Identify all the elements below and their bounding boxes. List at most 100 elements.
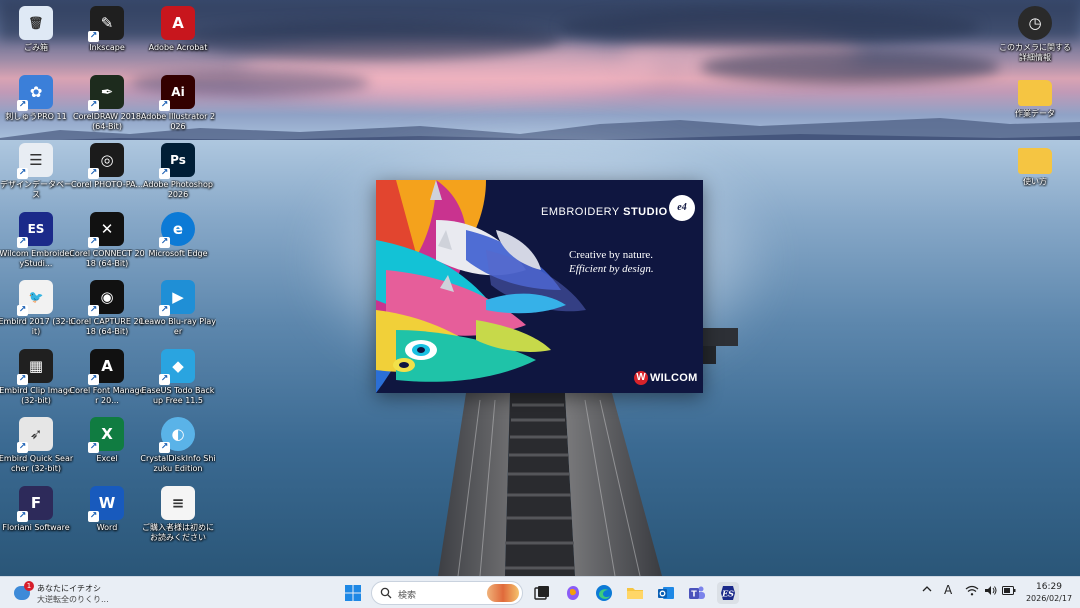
start-button[interactable] (342, 582, 364, 604)
svg-text:T: T (691, 590, 697, 599)
shortcut-arrow-icon: ↗ (88, 236, 99, 248)
desktop-icon-label: Word (96, 522, 118, 532)
desktop-icon[interactable]: X ↗ Excel (71, 415, 143, 481)
shortcut-arrow-icon: ↗ (159, 99, 170, 111)
desktop-icon-label: 刺しゅうPRO 11 (5, 111, 67, 121)
news-widget[interactable]: 1 あなたにイチオシ 大逆転全のりくり... (10, 580, 160, 606)
search-placeholder: 検索 (398, 591, 417, 601)
illustrator-icon: Ai ↗ (159, 74, 195, 111)
teams-button[interactable]: T (686, 582, 708, 604)
desktop-icon[interactable]: ◉ ↗ Corel CAPTURE 2018 (64-Bit) (70, 278, 144, 344)
shortcut-arrow-icon: ↗ (17, 442, 28, 453)
coreldraw-icon: ✒ ↗ (88, 74, 124, 111)
design-database-icon: ☰ ↗ (17, 143, 53, 179)
volume-status[interactable] (984, 585, 998, 599)
wifi-status[interactable] (965, 585, 979, 599)
task-view-button[interactable] (531, 582, 553, 604)
widget-title: あなたにイチオシ (37, 584, 101, 593)
desktop-icon[interactable]: ▶ ↗ Leawo Blu-ray Player (140, 278, 216, 344)
battery-icon (1002, 586, 1016, 595)
easeus-icon: ◆ ↗ (159, 348, 195, 385)
desktop-icon[interactable]: ✎ ↗ Inkscape (71, 4, 143, 70)
desktop-icon[interactable]: ◐ ↗ CrystalDiskInfo Shizuku Edition (140, 415, 216, 481)
desktop-icon-label: 作業データ (1015, 109, 1055, 118)
desktop-icon-label: Corel CONNECT 2018 (64-Bit) (69, 248, 145, 268)
edge-icon: e ↗ (159, 211, 195, 248)
desktop-icon[interactable]: ✒ ↗ CorelDRAW 2018 (64-Bit) (71, 73, 143, 139)
desktop-icon[interactable]: ☰ ↗ デザインデータベース (0, 141, 72, 207)
show-hidden-icons-button[interactable] (922, 584, 932, 597)
desktop-icon-label: EaseUS Todo Backup Free 11.5 (141, 385, 215, 405)
desktop-icon[interactable]: ✕ ↗ Corel CONNECT 2018 (64-Bit) (69, 210, 145, 276)
outlook-button[interactable] (655, 582, 677, 604)
crystaldiskinfo-icon: ◐ ↗ (159, 417, 195, 453)
word-icon: W ↗ (88, 485, 124, 522)
shortcut-arrow-icon: ↗ (159, 168, 170, 179)
desktop-icon[interactable]: A ↗ Corel Font Manager 20... (69, 347, 145, 413)
speaker-icon (985, 586, 997, 595)
desktop-icon[interactable]: ◎ ↗ Corel PHOTO-PA... (71, 141, 143, 207)
desktop-icon[interactable]: F ↗ Floriani Software (0, 484, 72, 550)
desktop-icon[interactable]: ◷ このカメラに関する詳細情報 (999, 4, 1071, 70)
system-clock[interactable]: 16:29 2026/02/17 (1021, 581, 1077, 604)
desktop-icon[interactable]: W ↗ Word (71, 484, 143, 550)
desktop-icon-label: Embird Quick Searcher (32-bit) (0, 454, 74, 473)
desktop-icon[interactable]: ES ↗ Wilcom EmbroideryStudi... (0, 210, 73, 276)
battery-status[interactable] (1002, 586, 1016, 598)
embroidery-pro-icon: ✿ ↗ (17, 74, 53, 111)
ime-indicator[interactable]: A (944, 583, 952, 597)
desktop-icon[interactable]: ✿ ↗ 刺しゅうPRO 11 (0, 73, 72, 139)
embird-quick-icon: ➶ ↗ (17, 417, 53, 453)
desktop-icon[interactable]: ▦ ↗ Embird Clip Image (32-bit) (0, 347, 73, 413)
copilot-button[interactable] (562, 582, 584, 604)
embroidery-studio-splash: EMBROIDERY STUDIO e4 Creative by nature.… (376, 180, 703, 393)
desktop-icon-label: Adobe Illustrator 2026 (140, 111, 216, 131)
desktop-icon-label: Adobe Acrobat (148, 43, 208, 52)
desktop-icon-label: CrystalDiskInfo Shizuku Edition (140, 454, 216, 473)
shortcut-arrow-icon: ↗ (88, 31, 99, 42)
shortcut-arrow-icon: ↗ (159, 305, 170, 316)
wifi-icon (965, 585, 979, 596)
desktop-icon-label: Wilcom EmbroideryStudi... (0, 248, 73, 268)
desktop-icon-label: CorelDRAW 2018 (64-Bit) (73, 111, 141, 131)
shortcut-arrow-icon: ↗ (88, 305, 99, 316)
edge-taskbar-button[interactable] (593, 582, 615, 604)
chevron-up-icon (922, 586, 932, 592)
desktop-icon-label: ごみ箱 (24, 43, 48, 52)
desktop-icon[interactable]: e ↗ Microsoft Edge (142, 210, 214, 276)
shortcut-arrow-icon: ↗ (17, 236, 28, 248)
desktop-icon-label: 使い方 (1023, 177, 1047, 186)
recycle-bin-icon: 🗑 (19, 6, 53, 40)
shortcut-arrow-icon: ↗ (159, 442, 170, 453)
embird-clip-icon: ▦ ↗ (17, 348, 53, 385)
splash-version-badge: e4 (669, 195, 695, 221)
acrobat-icon: A (161, 6, 195, 40)
teams-icon: T (689, 586, 705, 599)
desktop-icon[interactable]: 🗑 ごみ箱 (0, 4, 72, 70)
wilcom-logo: W WILCOM (634, 370, 698, 386)
desktop-icon-label: Inkscape (89, 43, 125, 52)
desktop-icon-label: Corel Font Manager 20... (69, 385, 145, 405)
desktop-icon[interactable]: Ai ↗ Adobe Illustrator 2026 (140, 73, 216, 139)
wilcom-wordmark: WILCOM (650, 372, 698, 384)
shortcut-arrow-icon: ↗ (17, 168, 28, 179)
desktop-icon[interactable]: Ps ↗ Adobe Photoshop 2026 (142, 141, 214, 207)
taskbar-search-box[interactable]: 検索 (371, 581, 523, 605)
embroidery-studio-taskbar-button[interactable]: ES (717, 582, 739, 604)
desktop-icon[interactable]: ➶ ↗ Embird Quick Searcher (32-bit) (0, 415, 74, 481)
outlook-icon (658, 587, 674, 599)
desktop-icon-label: Adobe Photoshop 2026 (143, 180, 213, 199)
shortcut-arrow-icon: ↗ (88, 168, 99, 179)
file-explorer-button[interactable] (624, 582, 646, 604)
desktop-icon[interactable]: A Adobe Acrobat (142, 4, 214, 70)
desktop-icon-label: Microsoft Edge (148, 248, 208, 258)
embird-icon: 🐦 ↗ (17, 280, 53, 316)
desktop-icon[interactable]: 作業データ (999, 72, 1071, 138)
desktop-icon[interactable]: ≡ ご購入者様は初めにお読みください (142, 484, 214, 550)
desktop-icon[interactable]: ◆ ↗ EaseUS Todo Backup Free 11.5 (142, 347, 214, 413)
desktop-icon[interactable]: 🐦 ↗ Embird 2017 (32-bit) (0, 278, 74, 344)
desktop-icon[interactable]: 使い方 (999, 140, 1071, 206)
desktop-icon-label: Corel CAPTURE 2018 (64-Bit) (70, 317, 144, 336)
shortcut-arrow-icon: ↗ (88, 373, 99, 385)
svg-text:ES: ES (721, 589, 734, 599)
